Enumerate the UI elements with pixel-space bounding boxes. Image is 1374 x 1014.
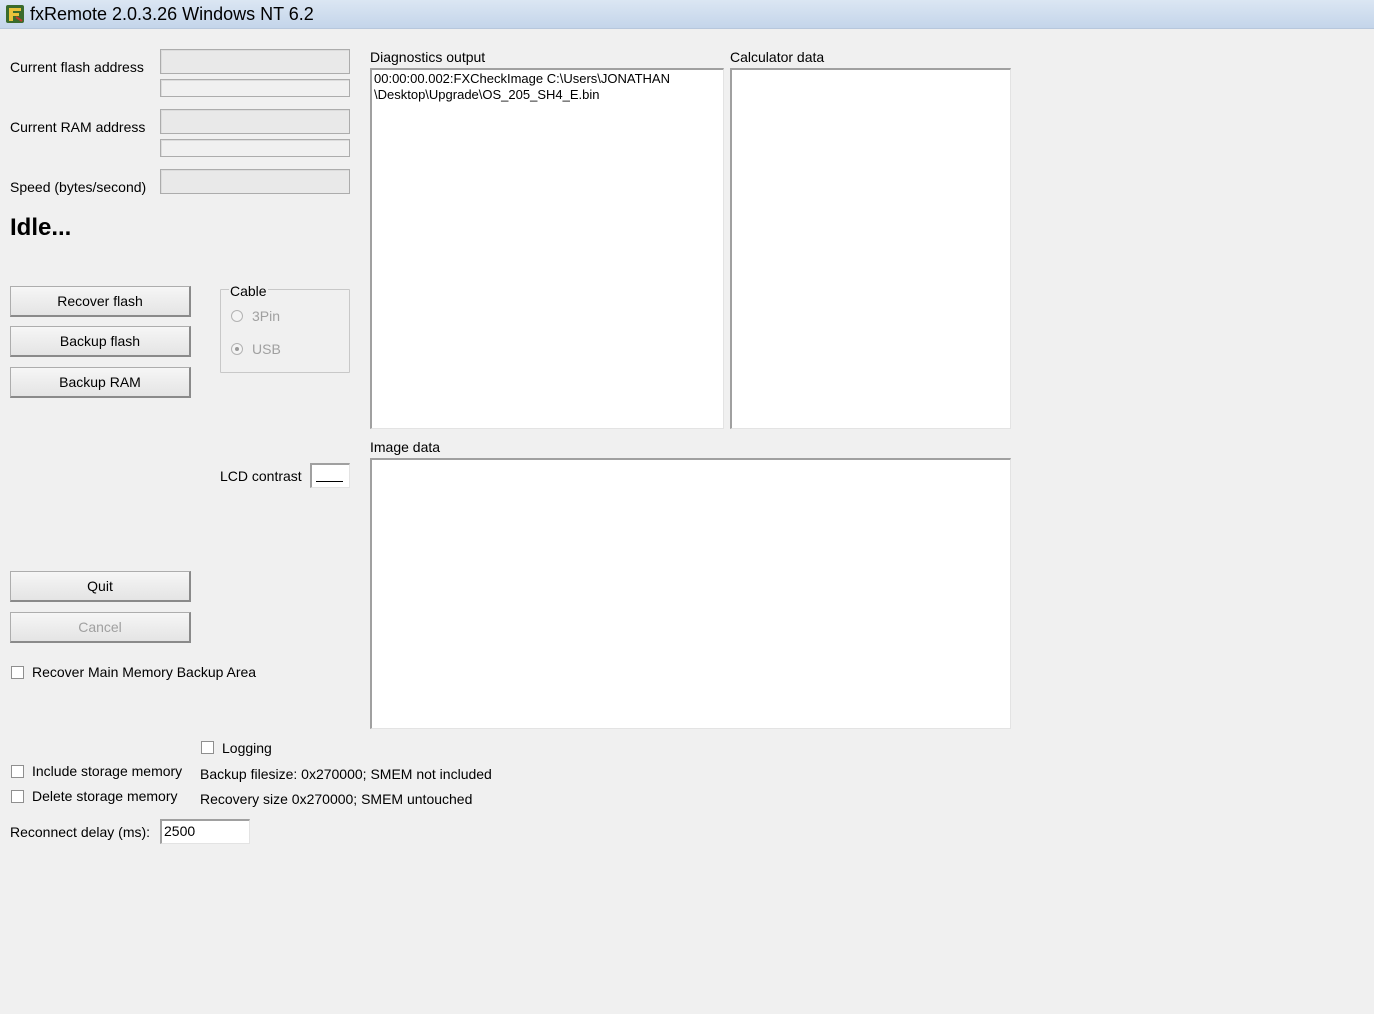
window-title: fxRemote 2.0.3.26 Windows NT 6.2 bbox=[30, 4, 314, 24]
lcd-contrast-input[interactable] bbox=[310, 463, 350, 488]
cable-group bbox=[220, 289, 350, 373]
backup-ram-button[interactable]: Backup RAM bbox=[10, 367, 191, 398]
flash-address-label: Current flash address bbox=[10, 59, 144, 75]
include-storage-label: Include storage memory bbox=[32, 763, 183, 779]
title-bar: fxRemote 2.0.3.26 Windows NT 6.2 bbox=[0, 0, 1374, 29]
app-icon bbox=[6, 5, 24, 23]
lcd-contrast-label: LCD contrast bbox=[220, 468, 302, 484]
backup-flash-button[interactable]: Backup flash bbox=[10, 326, 191, 357]
recovery-size-text: Recovery size 0x270000; SMEM untouched bbox=[200, 791, 473, 807]
radio-selected-dot bbox=[235, 347, 239, 351]
delete-storage-label: Delete storage memory bbox=[32, 788, 178, 804]
recover-main-memory-checkbox[interactable] bbox=[11, 666, 24, 679]
cable-usb-radio[interactable] bbox=[231, 343, 243, 355]
flash-address-progress bbox=[160, 79, 350, 97]
ram-address-field bbox=[160, 109, 350, 134]
ram-address-label: Current RAM address bbox=[10, 119, 146, 135]
quit-button[interactable]: Quit bbox=[10, 571, 191, 602]
image-data-box[interactable] bbox=[370, 458, 1011, 729]
cable-group-legend: Cable bbox=[229, 283, 268, 299]
logging-label: Logging bbox=[222, 740, 272, 756]
flash-address-field bbox=[160, 49, 350, 74]
image-data-label: Image data bbox=[370, 439, 441, 455]
recover-flash-button[interactable]: Recover flash bbox=[10, 286, 191, 317]
lcd-contrast-cursor bbox=[316, 481, 343, 482]
cancel-button[interactable]: Cancel bbox=[10, 612, 191, 643]
status-text: Idle... bbox=[10, 214, 72, 241]
delete-storage-checkbox[interactable] bbox=[11, 790, 24, 803]
backup-filesize-text: Backup filesize: 0x270000; SMEM not incl… bbox=[200, 766, 492, 782]
speed-field bbox=[160, 169, 350, 194]
calculator-data-label: Calculator data bbox=[730, 49, 825, 65]
diagnostics-label: Diagnostics output bbox=[370, 49, 486, 65]
cable-3pin-label: 3Pin bbox=[252, 308, 281, 324]
reconnect-delay-input[interactable]: 2500 bbox=[160, 819, 250, 844]
diagnostics-text: 00:00:00.002:FXCheckImage C:\Users\JONAT… bbox=[374, 71, 670, 102]
reconnect-delay-label: Reconnect delay (ms): bbox=[10, 824, 151, 840]
include-storage-checkbox[interactable] bbox=[11, 765, 24, 778]
logging-checkbox[interactable] bbox=[201, 741, 214, 754]
speed-label: Speed (bytes/second) bbox=[10, 179, 147, 195]
cable-usb-label: USB bbox=[252, 341, 281, 357]
recover-main-memory-label: Recover Main Memory Backup Area bbox=[32, 664, 257, 680]
cable-3pin-radio[interactable] bbox=[231, 310, 243, 322]
ram-address-progress bbox=[160, 139, 350, 157]
diagnostics-output[interactable]: 00:00:00.002:FXCheckImage C:\Users\JONAT… bbox=[370, 68, 724, 429]
calculator-data-box[interactable] bbox=[730, 68, 1011, 429]
